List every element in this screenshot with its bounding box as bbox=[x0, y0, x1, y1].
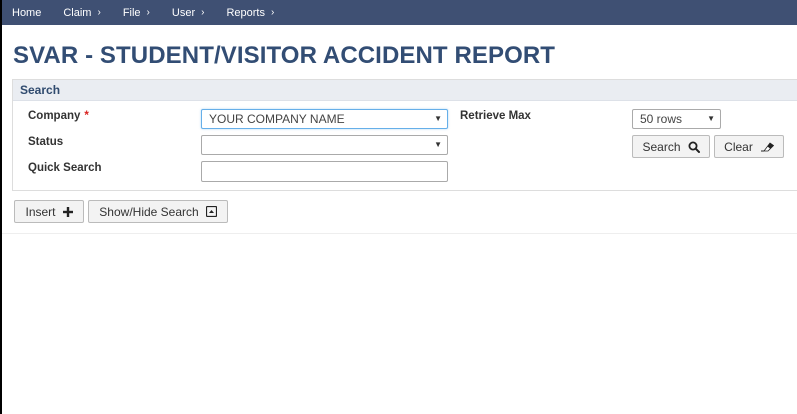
chevron-right-icon: › bbox=[201, 7, 205, 18]
clear-button-label: Clear bbox=[724, 139, 753, 154]
show-hide-search-button[interactable]: Show/Hide Search bbox=[88, 200, 228, 223]
nav-item-label: File bbox=[122, 6, 141, 19]
top-nav: Home Claim › File › User › Reports › bbox=[2, 0, 797, 25]
nav-item-claim[interactable]: Claim › bbox=[63, 7, 100, 19]
nav-item-home[interactable]: Home bbox=[12, 7, 41, 19]
nav-item-label: Home bbox=[12, 6, 42, 19]
retrieve-max-label: Retrieve Max bbox=[460, 110, 531, 122]
nav-item-label: Reports bbox=[226, 6, 265, 19]
dropdown-arrow-icon: ▼ bbox=[434, 140, 442, 149]
insert-button[interactable]: Insert bbox=[14, 200, 84, 223]
search-button[interactable]: Search bbox=[632, 135, 710, 158]
company-label: Company * bbox=[28, 110, 89, 122]
search-button-label: Search bbox=[642, 139, 681, 154]
plus-icon bbox=[62, 206, 73, 217]
nav-item-user[interactable]: User › bbox=[172, 7, 205, 19]
company-select[interactable]: YOUR COMPANY NAME ▼ bbox=[201, 109, 448, 129]
nav-item-reports[interactable]: Reports › bbox=[226, 7, 274, 19]
dropdown-arrow-icon: ▼ bbox=[434, 114, 442, 123]
quick-search-input[interactable] bbox=[201, 161, 448, 182]
search-icon bbox=[688, 141, 700, 153]
retrieve-max-select[interactable]: 50 rows ▼ bbox=[632, 109, 721, 129]
eraser-icon bbox=[760, 141, 774, 152]
quick-search-label: Quick Search bbox=[28, 162, 102, 174]
status-label: Status bbox=[28, 136, 64, 148]
page-title: SVAR - STUDENT/VISITOR ACCIDENT REPORT bbox=[13, 42, 556, 69]
search-panel-header: Search bbox=[13, 80, 797, 101]
nav-item-file[interactable]: File › bbox=[123, 7, 150, 19]
chevron-right-icon: › bbox=[146, 7, 150, 18]
show-hide-search-label: Show/Hide Search bbox=[99, 204, 199, 219]
clear-button[interactable]: Clear bbox=[714, 135, 784, 158]
nav-item-label: Claim bbox=[63, 6, 92, 19]
collapse-icon bbox=[205, 206, 217, 217]
company-select-value: YOUR COMPANY NAME bbox=[209, 112, 345, 126]
search-panel: Search Company * YOUR COMPANY NAME ▼ Stat… bbox=[12, 79, 797, 191]
dropdown-arrow-icon: ▼ bbox=[707, 114, 715, 123]
retrieve-max-value: 50 rows bbox=[640, 112, 683, 126]
required-marker: * bbox=[84, 110, 89, 122]
status-select[interactable]: ▼ bbox=[201, 135, 448, 155]
chevron-right-icon: › bbox=[97, 7, 101, 18]
insert-button-label: Insert bbox=[25, 204, 56, 219]
company-label-text: Company bbox=[28, 110, 81, 122]
chevron-right-icon: › bbox=[271, 7, 275, 18]
content-divider bbox=[2, 233, 797, 234]
nav-item-label: User bbox=[171, 6, 196, 19]
